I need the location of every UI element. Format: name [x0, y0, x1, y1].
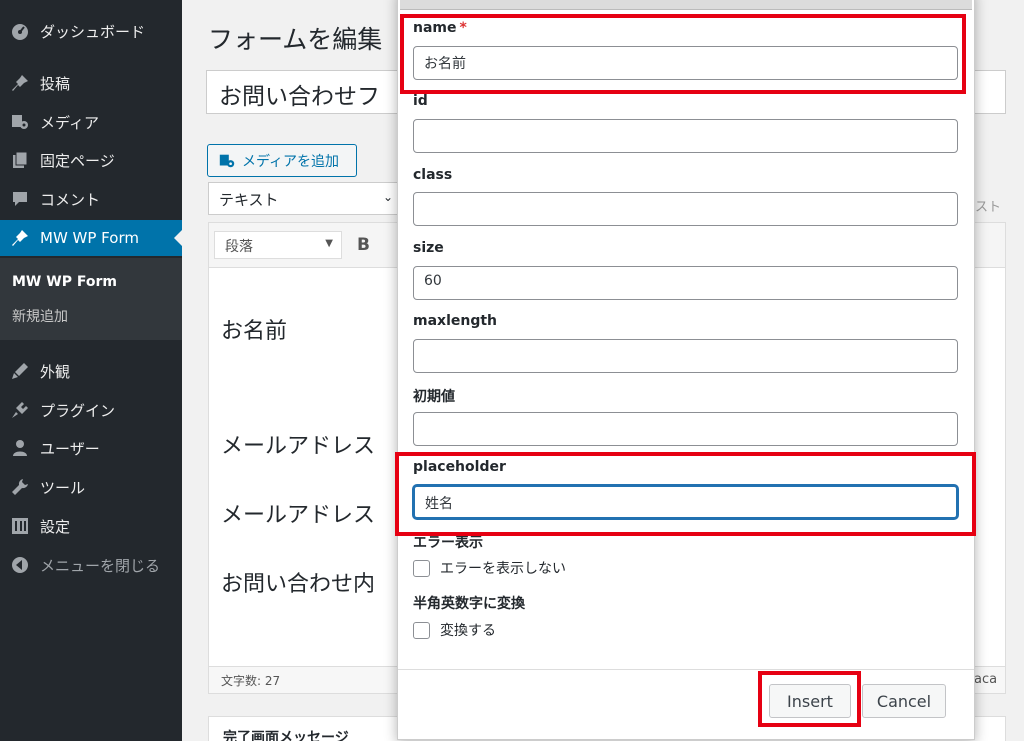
media-icon [219, 154, 235, 167]
convert-checkbox[interactable] [413, 621, 430, 639]
sidebar-item-label: 固定ページ [40, 151, 115, 170]
sidebar-item-tools[interactable]: ツール [0, 469, 182, 505]
editor-mode-select[interactable]: テキスト ⌄ [208, 182, 400, 215]
paragraph-format-select[interactable]: 段落 ▼ [214, 231, 342, 259]
default-value-field-label: 初期値 [413, 389, 455, 405]
caret-down-icon: ▼ [325, 238, 333, 249]
sidebar-item-pages[interactable]: 固定ページ [0, 142, 182, 178]
sidebar-item-label: ダッシュボード [40, 22, 146, 41]
plugin-icon [0, 400, 40, 420]
sidebar-item-users[interactable]: ユーザー [0, 430, 182, 466]
chevron-down-icon: ⌄ [382, 190, 393, 204]
convert-checkbox-label: 変換する [440, 623, 496, 639]
maxlength-input[interactable] [413, 339, 958, 373]
pin-icon [0, 228, 40, 248]
sidebar-item-label: メニューを閉じる [40, 556, 161, 575]
visual-tab-fragment[interactable]: スト [975, 196, 1001, 215]
sidebar-item-mw-wp-form[interactable]: MW WP Form [0, 220, 182, 256]
admin-sidebar: ダッシュボード 投稿 メディア 固定ページ コメント MW WP Form MW… [0, 0, 182, 741]
bold-button[interactable]: B [357, 235, 370, 255]
sidebar-submenu: MW WP Form 新規追加 [0, 258, 182, 340]
size-input[interactable]: 60 [413, 266, 958, 300]
collapse-icon [0, 555, 40, 575]
sidebar-item-settings[interactable]: 設定 [0, 508, 182, 544]
sidebar-item-label: プラグイン [40, 401, 116, 420]
sidebar-item-label: メディア [40, 113, 99, 132]
sidebar-item-label: 外観 [40, 362, 71, 381]
sidebar-item-label: 設定 [40, 517, 71, 536]
comment-icon [0, 189, 40, 209]
page-title: フォームを編集 [208, 25, 383, 54]
id-input[interactable] [413, 119, 958, 153]
sidebar-item-appearance[interactable]: 外観 [0, 353, 182, 389]
editor-line: お問い合わせ内 [221, 572, 376, 597]
paragraph-format-label: 段落 [225, 239, 253, 255]
sidebar-item-label: ツール [40, 478, 86, 497]
sidebar-item-media[interactable]: メディア [0, 104, 182, 140]
pages-icon [0, 150, 40, 170]
editor-line: メールアドレス [221, 434, 376, 459]
id-field-label: id [413, 93, 428, 109]
dialog-titlebar [400, 0, 972, 10]
annotation-highlight-placeholder [395, 452, 976, 536]
default-value-input[interactable] [413, 412, 958, 446]
maxlength-field-label: maxlength [413, 313, 498, 329]
sidebar-item-comments[interactable]: コメント [0, 181, 182, 217]
hide-error-checkbox-row[interactable]: エラーを表示しない [413, 558, 566, 578]
hide-error-checkbox[interactable] [413, 559, 430, 577]
sidebar-item-posts[interactable]: 投稿 [0, 65, 182, 101]
appearance-icon [0, 361, 40, 381]
editor-mode-label: テキスト [219, 191, 279, 209]
annotation-highlight-insert [758, 671, 861, 727]
media-icon [0, 112, 40, 132]
sidebar-item-label: MW WP Form [40, 229, 139, 247]
convert-checkbox-row[interactable]: 変換する [413, 620, 496, 640]
convert-section-label: 半角英数字に変換 [413, 596, 525, 612]
sidebar-item-dashboard[interactable]: ダッシュボード [0, 13, 182, 49]
completion-message-title: 完了画面メッセージ [223, 730, 349, 741]
pin-icon [0, 73, 40, 93]
dashboard-icon [0, 21, 40, 41]
status-right-fragment: aca [974, 672, 998, 687]
sidebar-item-plugins[interactable]: プラグイン [0, 392, 182, 428]
class-input[interactable] [413, 192, 958, 226]
collapse-menu-button[interactable]: メニューを閉じる [0, 547, 182, 583]
submenu-item-mw-wp-form[interactable]: MW WP Form [12, 274, 117, 290]
settings-icon [0, 516, 40, 536]
size-field-label: size [413, 240, 444, 256]
annotation-highlight-name [400, 14, 966, 94]
sidebar-item-label: コメント [40, 190, 101, 209]
sidebar-item-label: ユーザー [40, 439, 100, 458]
user-icon [0, 438, 40, 458]
submenu-item-add-new[interactable]: 新規追加 [12, 306, 68, 326]
editor-line: お名前 [221, 319, 288, 344]
hide-error-checkbox-label: エラーを表示しない [440, 561, 566, 577]
editor-line: メールアドレス [221, 503, 376, 528]
sidebar-item-label: 投稿 [40, 74, 71, 93]
dialog-footer-divider [398, 669, 974, 670]
add-media-label: メディアを追加 [242, 153, 340, 170]
class-field-label: class [413, 167, 453, 183]
cancel-button[interactable]: Cancel [862, 684, 946, 718]
wrench-icon [0, 477, 40, 497]
add-media-button[interactable]: メディアを追加 [207, 144, 357, 177]
word-count: 文字数: 27 [221, 674, 281, 688]
